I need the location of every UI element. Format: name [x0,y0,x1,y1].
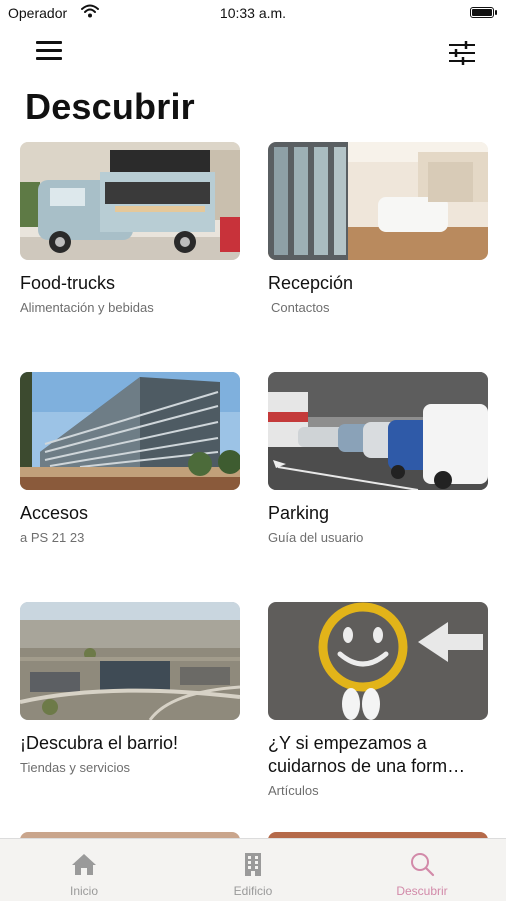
card-title: ¿Y si empezamos a cuidarnos de una form… [268,733,466,776]
tab-label: Descubrir [396,884,448,898]
card-parking[interactable]: Parking Guía del usuario [268,372,488,545]
card-subtitle: Artículos [268,783,319,798]
card-accesos[interactable]: Accesos a PS 21 23 [20,372,240,545]
tab-descubrir[interactable]: Descubrir [338,839,506,901]
tab-inicio[interactable]: Inicio [0,839,168,901]
clock: 10:33 a.m. [219,5,287,21]
bottom-tab-bar: Inicio Edificio Descubrir [0,838,506,901]
menu-button[interactable] [34,38,64,64]
tab-edificio[interactable]: Edificio [169,839,337,901]
card-title: Parking [268,503,330,523]
tab-label: Inicio [69,884,98,898]
card-subtitle: a PS 21 23 [20,530,85,545]
battery-icon [470,7,498,19]
card-subtitle: Alimentación y bebidas [20,300,154,315]
card-title: ¡Descubra el barrio! [20,733,179,753]
card-subtitle: Contactos [271,300,330,315]
card-title: Accesos [20,503,89,523]
food-truck-image [20,142,240,260]
filter-settings-icon[interactable] [446,38,478,68]
reception-image [268,142,488,260]
card-title: Food-trucks [20,273,116,293]
status-bar: Operador 10:33 a.m. [0,0,506,26]
search-icon [411,853,435,877]
card-subtitle: Guía del usuario [268,530,364,545]
tab-label: Edificio [233,884,273,898]
card-subtitle: Tiendas y servicios [20,760,131,775]
page-title: Descubrir [25,86,195,127]
card-descubra-barrio[interactable]: ¡Descubra el barrio! Tiendas y servicios [20,602,240,775]
card-cuidarnos[interactable]: ¿Y si empezamos a cuidarnos de una form…… [268,602,488,798]
neighborhood-image [20,602,240,720]
smiley-arrow-image [268,602,488,720]
building-image [20,372,240,490]
home-icon [72,854,96,875]
card-title: Recepción [268,273,354,293]
building-icon [245,853,261,876]
parking-image [268,372,488,490]
card-food-trucks[interactable]: Food-trucks Alimentación y bebidas [20,142,240,315]
card-recepcion[interactable]: Recepción Contactos [268,142,488,315]
